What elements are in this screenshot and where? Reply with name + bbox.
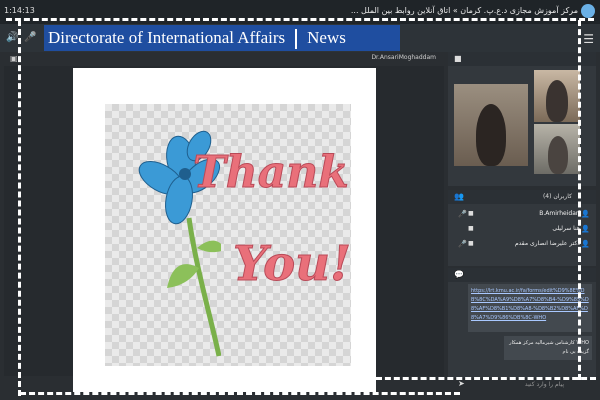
users-panel-header: 👥 کاربران (4) <box>448 190 596 204</box>
hamburger-menu-icon[interactable]: ☰ <box>583 32 594 46</box>
webcam-feed-1[interactable] <box>454 84 528 166</box>
microphone-icon[interactable]: 🎤 <box>458 240 467 248</box>
webcam-feed-2[interactable] <box>534 70 580 122</box>
users-count: کاربران (4) <box>542 193 572 200</box>
chat-input[interactable]: ➤ پیام را وارد کنید <box>450 378 594 392</box>
chat-input-placeholder: پیام را وارد کنید <box>524 381 564 388</box>
chat-panel-header: 💬 <box>448 268 596 282</box>
presenter-name: Dr.AnsariMoghaddam <box>371 54 436 61</box>
dashed-border-right <box>578 20 581 380</box>
banner-left-text: Directorate of International Affairs <box>48 28 286 47</box>
chat-message-link[interactable]: https://lrt.kmu.ac.ir/fa/forms/edit%D9%8… <box>468 284 592 332</box>
user-icon: 👤 <box>581 225 590 233</box>
presentation-header: ▣ Dr.AnsariMoghaddam <box>4 52 444 66</box>
chat-message-text-2: گزیده بی نام <box>562 349 589 355</box>
presentation-slide: Thank You! <box>73 68 376 392</box>
user-icon: 👤 <box>581 240 590 248</box>
banner-right-text: News <box>307 28 346 47</box>
user-icon: 👤 <box>581 210 590 218</box>
participant-silhouette <box>476 104 506 166</box>
user-row[interactable]: 🎤 ■ دکتر علیرضا انصاری مقدم 👤 <box>454 238 590 251</box>
microphone-icon[interactable]: 🎤 <box>458 210 467 218</box>
webcam-panel: ■ <box>448 52 596 186</box>
webcam-icon: ■ <box>468 240 474 247</box>
webcam-feed-3[interactable] <box>534 124 580 174</box>
chat-message-text: کارشناس شیرمالیه مرکز همکار WHO <box>509 340 589 346</box>
participant-silhouette <box>546 80 568 122</box>
speaker-icon[interactable]: 🔊 <box>6 32 18 44</box>
user-name: هنا سرلیلی <box>552 225 580 232</box>
document-icon[interactable]: ▣ <box>10 54 18 63</box>
slide-you-text: You! <box>232 236 352 293</box>
dashed-border-top <box>6 18 594 21</box>
chat-icon[interactable]: 💬 <box>454 270 464 279</box>
user-name: B.Amirheidari <box>539 210 580 217</box>
microphone-icon[interactable]: 🎤 <box>24 32 36 44</box>
webcam-icon: ■ <box>468 225 474 232</box>
banner-separator <box>295 29 298 50</box>
chat-panel: 💬 https://lrt.kmu.ac.ir/fa/forms/edit%D9… <box>448 268 596 378</box>
user-name: دکتر علیرضا انصاری مقدم <box>514 240 580 247</box>
dashed-border-bottom-right <box>376 377 596 380</box>
app-window: 1:14:13 ... مرکز آموزش مجازی د.ع.پ. کرما… <box>0 0 600 400</box>
dashed-border-bottom <box>20 392 460 395</box>
webcam-panel-header: ■ <box>448 52 596 66</box>
user-row[interactable]: 🎤 ■ B.Amirheidari 👤 <box>454 208 590 221</box>
dashed-border-left <box>18 20 21 396</box>
session-timer: 1:14:13 <box>4 6 35 15</box>
participant-silhouette <box>548 136 568 174</box>
news-banner: Directorate of International Affairs News <box>44 25 400 51</box>
window-title: ... مرکز آموزش مجازی د.ع.پ. کرمان » اتاق… <box>350 6 578 15</box>
webcam-icon: ■ <box>468 210 474 217</box>
send-icon[interactable]: ➤ <box>458 379 465 388</box>
users-panel: 👥 کاربران (4) 🎤 ■ B.Amirheidari 👤 ■ هنا … <box>448 190 596 266</box>
user-row[interactable]: ■ هنا سرلیلی 👤 <box>454 223 590 236</box>
slide-thank-text: Thank <box>193 147 350 198</box>
camera-icon[interactable]: ■ <box>454 54 462 63</box>
users-icon[interactable]: 👥 <box>454 192 464 201</box>
app-logo <box>581 4 595 18</box>
